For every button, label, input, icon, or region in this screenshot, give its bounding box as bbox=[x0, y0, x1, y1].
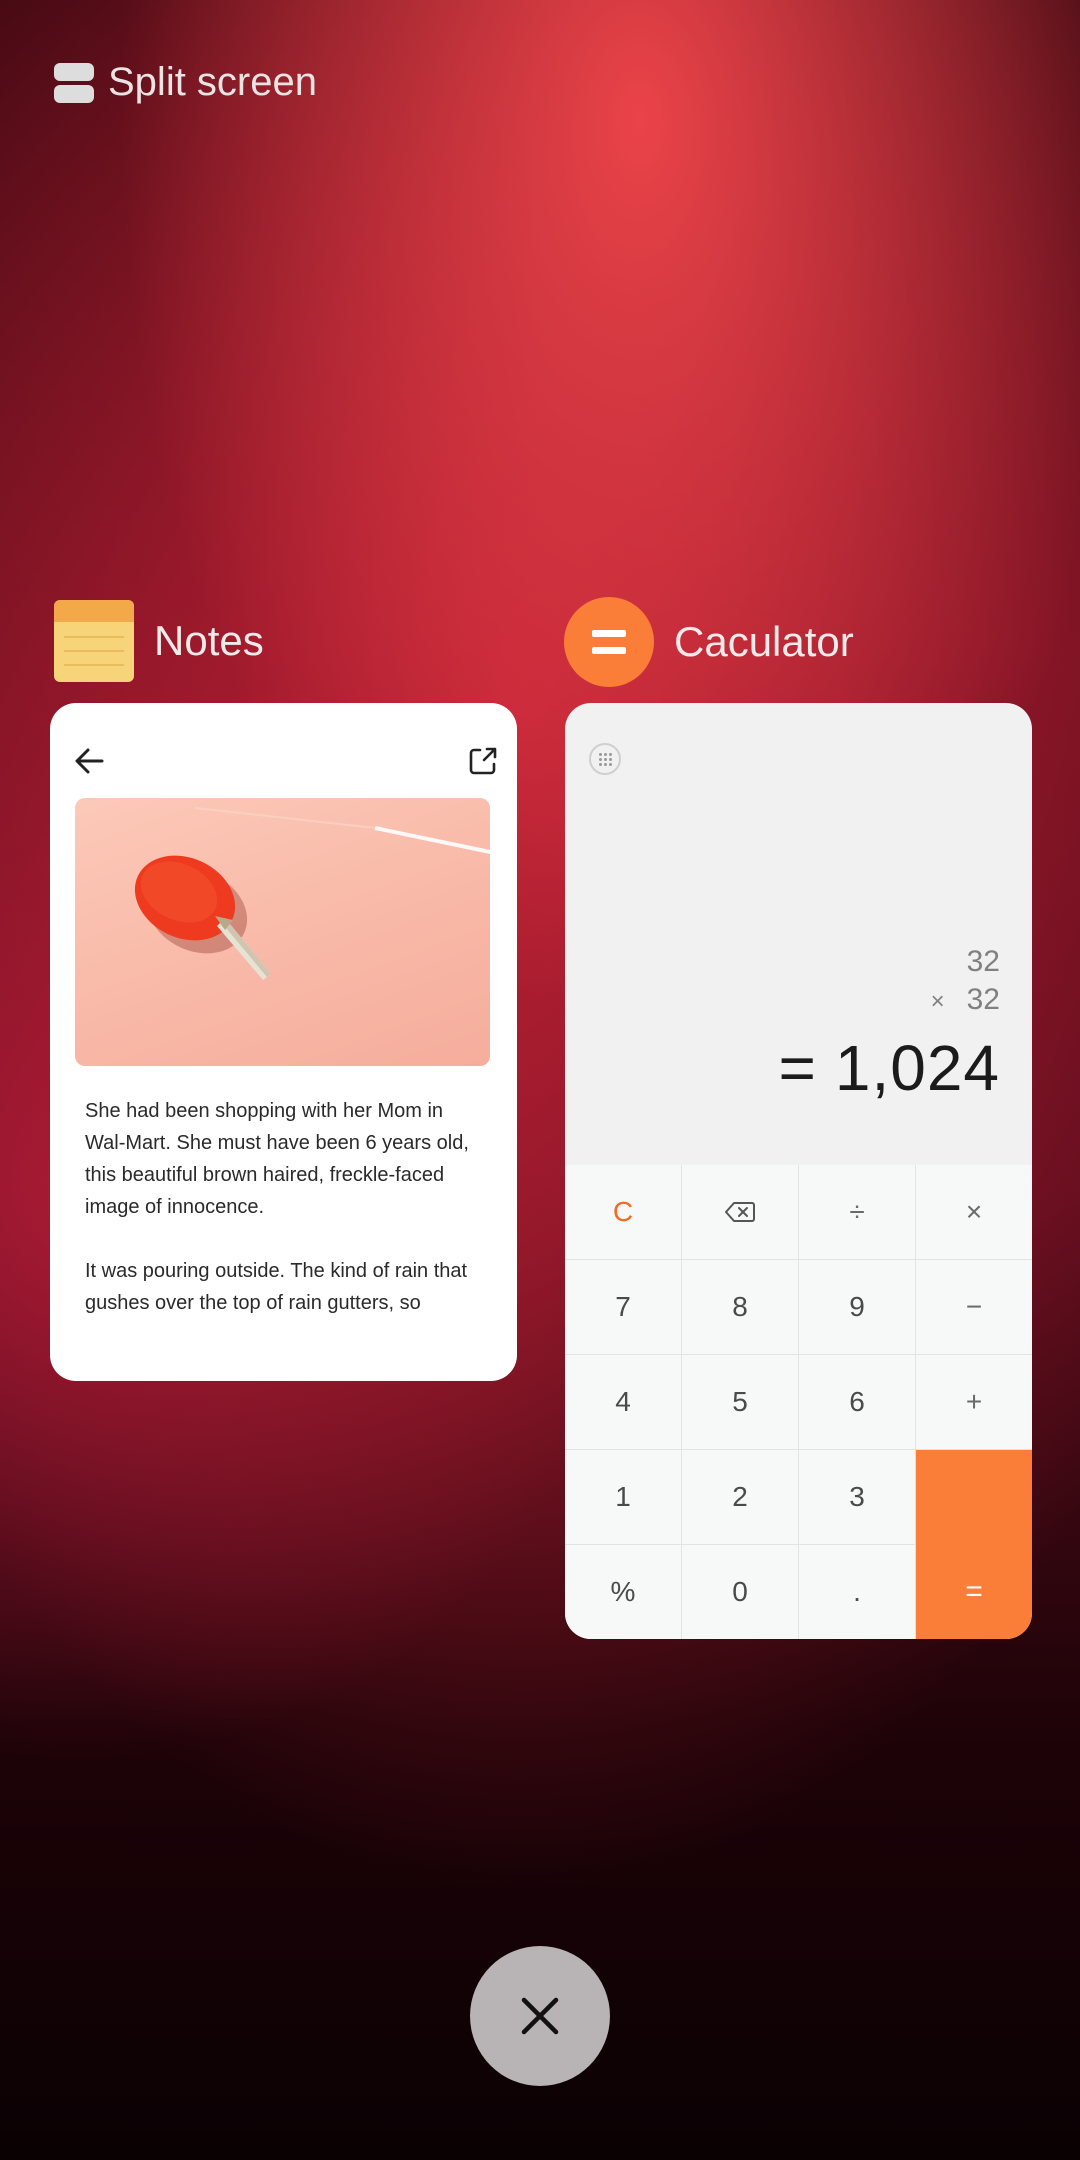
calculator-app-icon bbox=[564, 597, 654, 687]
percent-button[interactable]: % bbox=[565, 1545, 681, 1639]
operator-symbol: × bbox=[930, 988, 945, 1015]
calculator-display: 32 × 32 = 1,024 bbox=[778, 943, 1000, 1105]
notes-app-icon bbox=[54, 600, 134, 682]
split-screen-label: Split screen bbox=[108, 60, 317, 104]
result-value: 1,024 bbox=[834, 1032, 1000, 1104]
backspace-button[interactable] bbox=[682, 1165, 798, 1259]
notes-app-card[interactable]: She had been shopping with her Mom in Wa… bbox=[50, 703, 517, 1381]
split-screen-header[interactable]: Split screen bbox=[54, 60, 317, 105]
close-button[interactable] bbox=[470, 1946, 610, 2086]
key-3[interactable]: 3 bbox=[799, 1450, 915, 1544]
key-4[interactable]: 4 bbox=[565, 1355, 681, 1449]
operand-2-line: × 32 bbox=[778, 981, 1000, 1021]
key-1[interactable]: 1 bbox=[565, 1450, 681, 1544]
note-body: She had been shopping with her Mom in Wa… bbox=[85, 1095, 485, 1351]
calculator-keypad: C ÷ × 7 8 9 − 4 5 6 + 1 2 3 = % 0 . bbox=[565, 1165, 1032, 1639]
plus-button[interactable]: + bbox=[916, 1355, 1032, 1449]
note-paragraph: It was pouring outside. The kind of rain… bbox=[85, 1260, 468, 1314]
notes-app-name: Notes bbox=[154, 617, 264, 664]
operand-2: 32 bbox=[966, 983, 1000, 1016]
equals-button[interactable]: = bbox=[916, 1450, 1032, 1639]
key-5[interactable]: 5 bbox=[682, 1355, 798, 1449]
backspace-icon bbox=[725, 1202, 755, 1222]
key-7[interactable]: 7 bbox=[565, 1260, 681, 1354]
split-screen-icon bbox=[54, 62, 94, 103]
calculator-app-name: Caculator bbox=[674, 618, 854, 665]
notes-app-header[interactable]: Notes bbox=[54, 600, 264, 682]
close-icon bbox=[521, 1997, 559, 2035]
key-0[interactable]: 0 bbox=[682, 1545, 798, 1639]
key-6[interactable]: 6 bbox=[799, 1355, 915, 1449]
calculator-app-card[interactable]: 32 × 32 = 1,024 C ÷ × 7 8 9 − 4 5 6 + 1 2 … bbox=[565, 703, 1032, 1639]
multiply-button[interactable]: × bbox=[916, 1165, 1032, 1259]
key-8[interactable]: 8 bbox=[682, 1260, 798, 1354]
key-9[interactable]: 9 bbox=[799, 1260, 915, 1354]
clear-button[interactable]: C bbox=[565, 1165, 681, 1259]
key-2[interactable]: 2 bbox=[682, 1450, 798, 1544]
minus-button[interactable]: − bbox=[916, 1260, 1032, 1354]
calculator-result: = 1,024 bbox=[778, 1031, 1000, 1105]
ping-pong-paddle-image bbox=[75, 798, 490, 1066]
operand-1: 32 bbox=[966, 945, 1000, 978]
divide-button[interactable]: ÷ bbox=[799, 1165, 915, 1259]
note-paragraph: She had been shopping with her Mom in Wa… bbox=[85, 1100, 469, 1218]
result-equals: = bbox=[778, 1032, 817, 1104]
share-icon[interactable] bbox=[463, 741, 503, 781]
decimal-button[interactable]: . bbox=[799, 1545, 915, 1639]
calculator-app-header[interactable]: Caculator bbox=[564, 597, 854, 687]
menu-grid-icon[interactable] bbox=[589, 743, 621, 775]
back-arrow-icon[interactable] bbox=[66, 741, 114, 781]
